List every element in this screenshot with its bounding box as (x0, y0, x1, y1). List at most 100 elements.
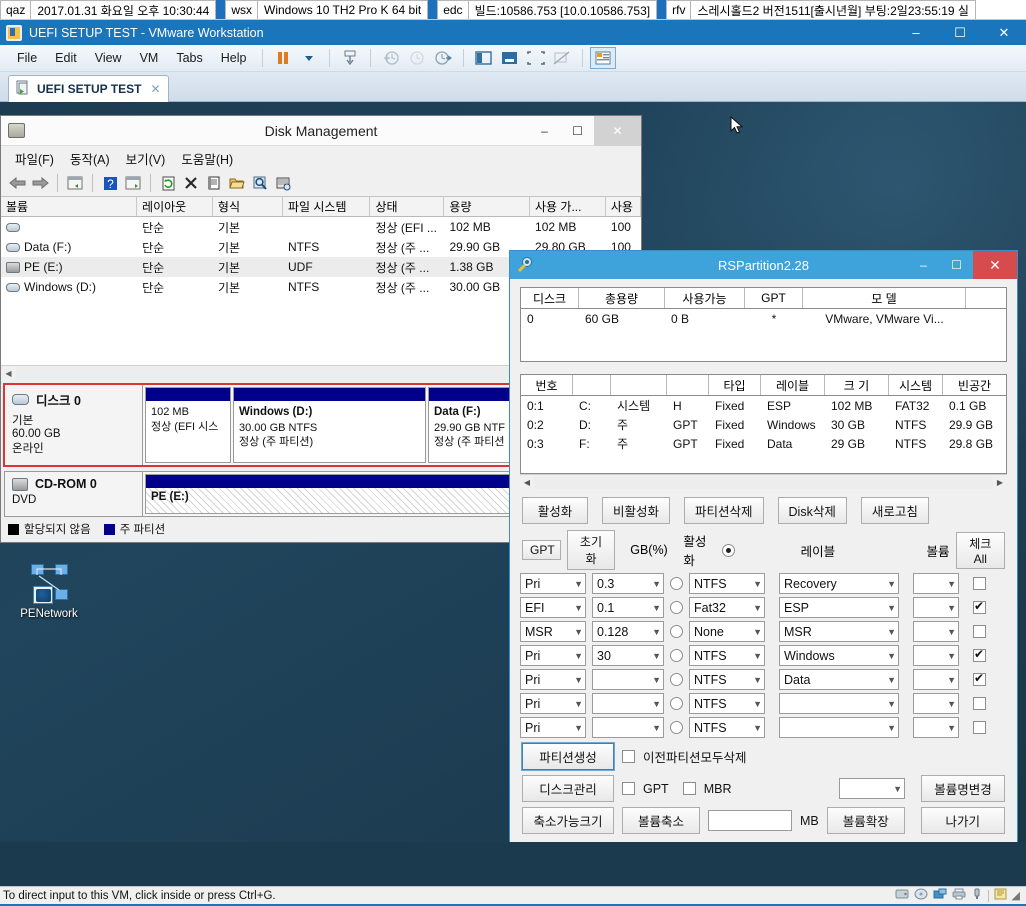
fullscreen-icon[interactable] (523, 47, 549, 69)
row1-volume-select[interactable]: ▼ (913, 597, 959, 618)
row2-checkbox[interactable] (973, 625, 986, 638)
top-tab-value-2[interactable]: 빌드:10586.753 [10.0.10586.753] (468, 0, 658, 19)
shrink-volume-button[interactable]: 볼륨축소 (622, 807, 700, 834)
open-folder-icon[interactable] (227, 173, 247, 193)
row2-fs-select[interactable]: None ▼ (689, 621, 765, 642)
refresh-button[interactable]: 새로고침 (860, 497, 929, 524)
column-free[interactable]: 사용 가... (530, 197, 606, 216)
row5-volume-select[interactable]: ▼ (913, 693, 959, 714)
row5-active-radio[interactable] (670, 697, 683, 710)
vmware-minimize-button[interactable]: – (894, 20, 938, 45)
table-row[interactable]: 0 60 GB 0 B * VMware, VMware Vi... (521, 309, 1006, 328)
row4-volume-select[interactable]: ▼ (913, 669, 959, 690)
show-library-icon[interactable] (471, 47, 497, 69)
pause-icon[interactable] (270, 47, 296, 69)
rs-partition-table[interactable]: 번호 타입 레이블 크 기 시스템 빈공간 0:1 C: 시스템 H Fixed (520, 374, 1007, 474)
row4-checkbox[interactable] (973, 671, 986, 686)
tab-uefi-setup-test[interactable]: UEFI SETUP TEST ✕ (8, 75, 169, 102)
top-tab-key-1[interactable]: wsx (225, 0, 259, 19)
tab-close-icon[interactable]: ✕ (150, 82, 160, 96)
column-layout[interactable]: 레이아웃 (137, 197, 213, 216)
scroll-left-icon[interactable]: ◀ (520, 478, 534, 487)
row1-size-select[interactable]: 0.1 ▼ (592, 597, 664, 618)
rename-volume-button[interactable]: 볼륨명변경 (921, 775, 1005, 802)
top-tab-value-0[interactable]: 2017.01.31 화요일 오후 10:30:44 (31, 0, 217, 19)
rs-disk-table[interactable]: 디스크 총용량 사용가능 GPT 모 델 0 60 GB 0 B * VMwar… (520, 287, 1007, 362)
row0-checkbox[interactable] (973, 577, 986, 590)
network-status-icon[interactable] (933, 888, 947, 903)
rs-col-gpt[interactable]: GPT (745, 288, 803, 308)
rs-pcol-type[interactable]: 타입 (709, 375, 761, 395)
gpt-checkbox[interactable] (622, 782, 635, 795)
row3-volume-select[interactable]: ▼ (913, 645, 959, 666)
manage-snapshots-icon[interactable] (430, 47, 456, 69)
row2-volume-select[interactable]: ▼ (913, 621, 959, 642)
hard-disk-status-icon[interactable] (895, 888, 909, 903)
rs-pcol-no[interactable]: 번호 (521, 375, 573, 395)
row6-fs-select[interactable]: NTFS ▼ (689, 717, 765, 738)
resize-grip-icon[interactable]: ◢ (1012, 889, 1020, 902)
new-volume-icon[interactable] (204, 173, 224, 193)
active-all-radio[interactable] (721, 543, 735, 557)
row1-type-select[interactable]: EFI ▼ (520, 597, 586, 618)
row5-checkbox[interactable] (973, 697, 986, 710)
row4-type-select[interactable]: Pri ▼ (520, 669, 586, 690)
row5-size-select[interactable]: ▼ (592, 693, 664, 714)
row2-size-select[interactable]: 0.128 ▼ (592, 621, 664, 642)
rs-pcol-kind[interactable] (611, 375, 667, 395)
row4-active-radio[interactable] (670, 673, 683, 686)
vmware-maximize-button[interactable]: ☐ (938, 20, 982, 45)
rs-pcol-letter[interactable] (573, 375, 611, 395)
shrink-mb-input[interactable] (708, 810, 792, 831)
chevron-down-icon[interactable] (296, 47, 322, 69)
row1-fs-select[interactable]: Fat32 ▼ (689, 597, 765, 618)
back-arrow-icon[interactable] (7, 173, 27, 193)
take-snapshot-icon[interactable] (378, 47, 404, 69)
rs-col-free[interactable]: 사용가능 (665, 288, 745, 308)
exit-button[interactable]: 나가기 (920, 807, 1005, 834)
printer-status-icon[interactable] (952, 888, 966, 903)
row3-label-select[interactable]: Windows ▼ (779, 645, 899, 666)
vmware-close-button[interactable]: ✕ (982, 20, 1026, 45)
row2-label-select[interactable]: MSR ▼ (779, 621, 899, 642)
rs-pcol-scheme[interactable] (667, 375, 709, 395)
dm-menu-file[interactable]: 파일(F) (7, 147, 62, 170)
desktop-icon-penetwork[interactable]: PENetwork (10, 564, 88, 620)
delete-disk-button[interactable]: Disk삭제 (777, 497, 847, 524)
row6-type-select[interactable]: Pri ▼ (520, 717, 586, 738)
top-tab-key-0[interactable]: qaz (0, 0, 32, 19)
row0-fs-select[interactable]: NTFS ▼ (689, 573, 765, 594)
rs-col-total[interactable]: 총용량 (579, 288, 665, 308)
rs-col-extra[interactable] (966, 288, 1006, 308)
scroll-track[interactable] (534, 475, 993, 489)
gpt-button[interactable]: GPT (522, 540, 562, 560)
delete-previous-checkbox[interactable] (622, 750, 635, 763)
table-row[interactable]: 0:1 C: 시스템 H Fixed ESP 102 MB FAT32 0.1 … (521, 396, 1006, 415)
column-status[interactable]: 상태 (370, 197, 445, 216)
dm-menu-view[interactable]: 보기(V) (118, 147, 174, 170)
top-tab-key-2[interactable]: edc (437, 0, 469, 19)
table-row[interactable]: 단순 기본 정상 (EFI ... 102 MB 102 MB 100 (1, 217, 641, 237)
row0-label-select[interactable]: Recovery ▼ (779, 573, 899, 594)
extend-volume-button[interactable]: 볼륨확장 (826, 807, 905, 834)
dm-menu-action[interactable]: 동작(A) (62, 147, 118, 170)
row2-type-select[interactable]: MSR ▼ (520, 621, 586, 642)
row6-checkbox[interactable] (973, 721, 986, 734)
scroll-left-icon[interactable]: ◀ (1, 369, 16, 378)
row5-fs-select[interactable]: NTFS ▼ (689, 693, 765, 714)
row1-label-select[interactable]: ESP ▼ (779, 597, 899, 618)
delete-icon[interactable] (181, 173, 201, 193)
row4-fs-select[interactable]: NTFS ▼ (689, 669, 765, 690)
activate-button[interactable]: 활성화 (522, 497, 588, 524)
show-hide-tree-icon[interactable] (65, 173, 85, 193)
delete-partition-button[interactable]: 파티션삭제 (684, 497, 764, 524)
forward-arrow-icon[interactable] (30, 173, 50, 193)
row0-type-select[interactable]: Pri ▼ (520, 573, 586, 594)
menu-vm[interactable]: VM (131, 48, 168, 68)
column-capacity[interactable]: 용량 (444, 197, 530, 216)
menu-tabs[interactable]: Tabs (167, 48, 211, 68)
deactivate-button[interactable]: 비활성화 (602, 497, 671, 524)
message-log-icon[interactable] (994, 888, 1007, 903)
partition-efi[interactable]: 102 MB 정상 (EFI 시스 (145, 387, 231, 463)
sidebar-toggle-icon[interactable] (590, 47, 617, 69)
